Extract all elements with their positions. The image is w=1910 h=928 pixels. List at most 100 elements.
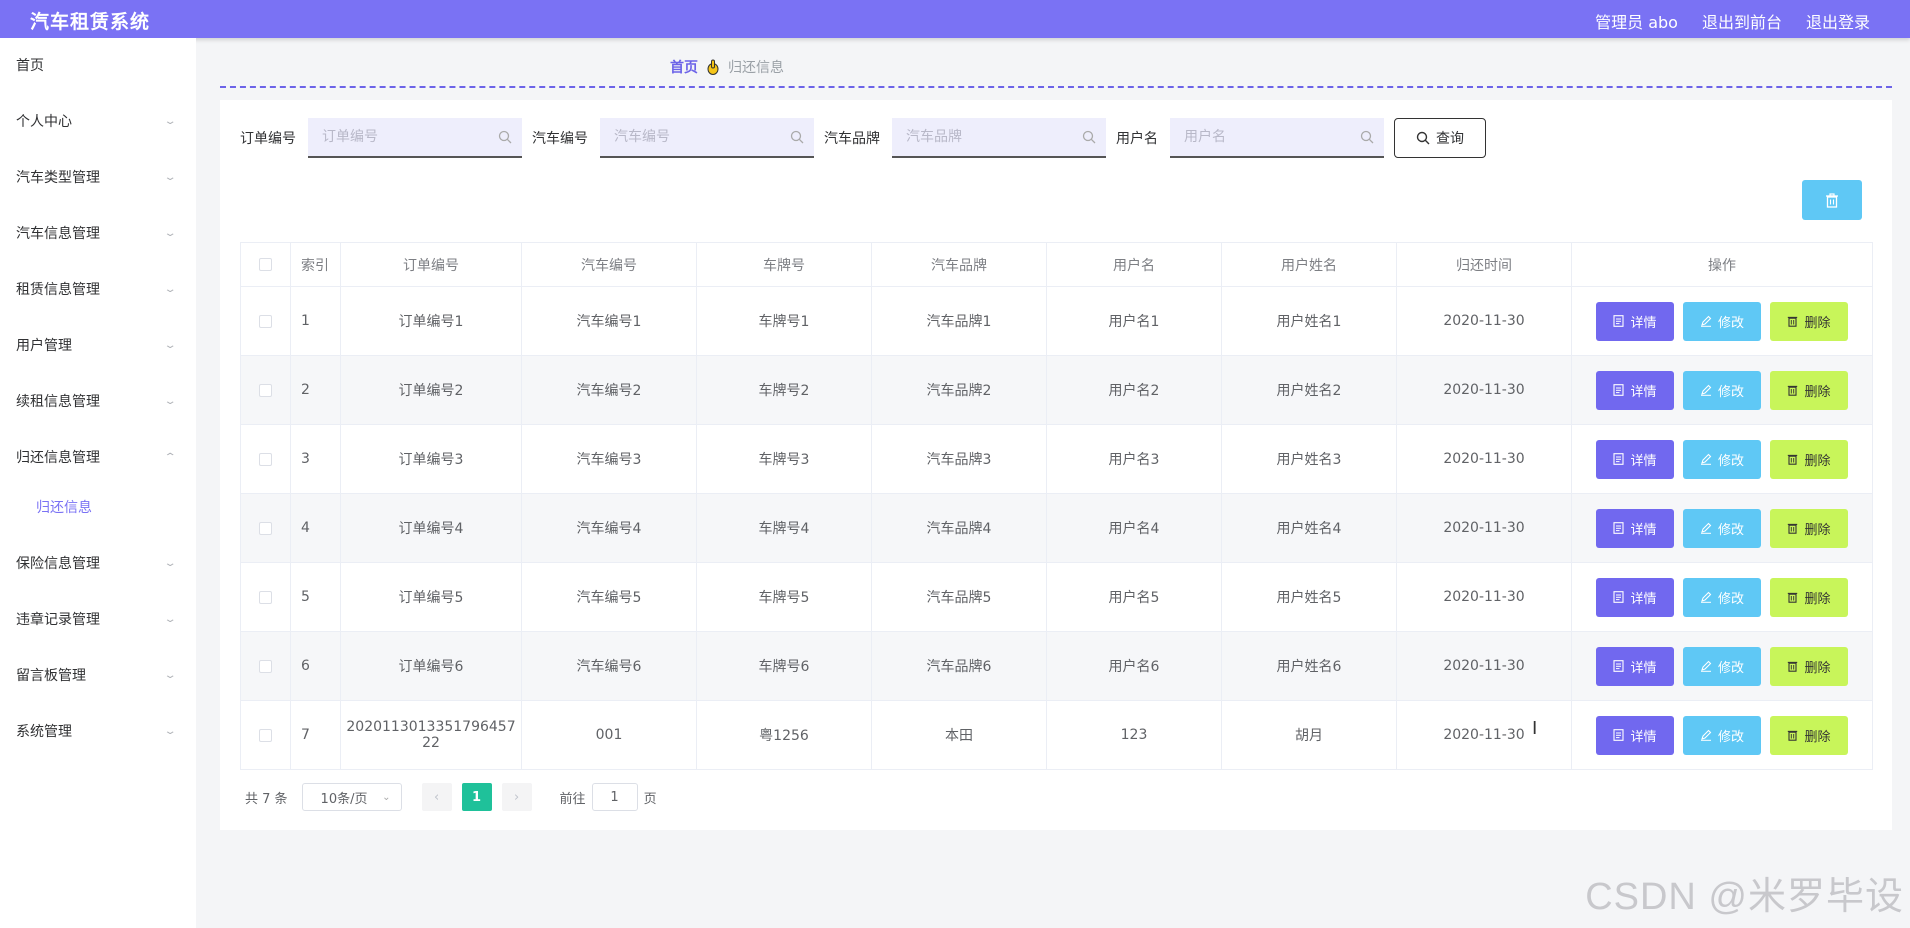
order-no-input[interactable]	[308, 118, 522, 156]
detail-button-label: 详情	[1630, 384, 1657, 400]
sidebar-item-label: 违章记录管理	[16, 612, 100, 628]
next-page-button[interactable]: ›	[501, 783, 532, 811]
delete-button-label: 删除	[1804, 660, 1831, 676]
edit-button[interactable]: 修改	[1683, 508, 1761, 548]
cell-actions: 详情 修改 删除	[1571, 493, 1873, 563]
chevron-down-icon: ⌄	[163, 614, 177, 625]
cell-index: 4	[290, 493, 341, 563]
car-brand-input[interactable]	[892, 118, 1106, 156]
detail-button[interactable]: 详情	[1596, 301, 1674, 341]
delete-button-label: 删除	[1804, 384, 1831, 400]
row-checkbox[interactable]	[259, 314, 272, 328]
detail-button[interactable]: 详情	[1596, 508, 1674, 548]
page-number-current[interactable]: 1	[461, 783, 492, 811]
sidebar-item-violation[interactable]: 违章记录管理 ⌄	[0, 592, 196, 648]
page-size-select[interactable]: 10条/页 ⌄	[301, 783, 402, 811]
edit-button[interactable]: 修改	[1683, 370, 1761, 410]
car-brand-field	[892, 118, 1106, 158]
search-icon	[790, 130, 804, 144]
delete-button[interactable]: 删除	[1770, 301, 1848, 341]
row-checkbox[interactable]	[259, 590, 272, 604]
row-checkbox[interactable]	[259, 452, 272, 466]
detail-button[interactable]: 详情	[1596, 715, 1674, 755]
row-checkbox[interactable]	[259, 521, 272, 535]
edit-button-label: 修改	[1717, 729, 1744, 745]
sidebar-item-users[interactable]: 用户管理 ⌄	[0, 318, 196, 374]
row-actions: 详情 修改 删除	[1572, 301, 1872, 341]
row-select-cell	[240, 493, 291, 563]
cell-plate-no: 车牌号6	[696, 631, 872, 701]
col-header-return-time: 归还时间	[1396, 242, 1572, 287]
breadcrumb-home[interactable]: 首页	[670, 57, 698, 77]
cell-order-no: 订单编号2	[340, 355, 522, 425]
detail-button[interactable]: 详情	[1596, 646, 1674, 686]
delete-button[interactable]: 删除	[1770, 439, 1848, 479]
sidebar-item-renewal[interactable]: 续租信息管理 ⌄	[0, 374, 196, 430]
sidebar-item-label: 留言板管理	[16, 668, 86, 684]
sidebar-item-home[interactable]: 首页	[0, 38, 196, 94]
edit-button[interactable]: 修改	[1683, 715, 1761, 755]
sidebar-item-return[interactable]: 归还信息管理 ⌃	[0, 430, 196, 486]
logout-link[interactable]: 退出登录	[1806, 9, 1870, 33]
detail-button[interactable]: 详情	[1596, 577, 1674, 617]
row-actions: 详情 修改 删除	[1572, 715, 1872, 755]
row-select-cell	[240, 355, 291, 425]
cell-car-no: 汽车编号6	[521, 631, 697, 701]
cell-username: 用户名2	[1046, 355, 1222, 425]
col-header-plate-no: 车牌号	[696, 242, 872, 287]
detail-button[interactable]: 详情	[1596, 370, 1674, 410]
cell-car-no: 汽车编号2	[521, 355, 697, 425]
row-checkbox[interactable]	[259, 728, 272, 742]
edit-button[interactable]: 修改	[1683, 646, 1761, 686]
batch-delete-button[interactable]	[1802, 180, 1862, 220]
delete-button[interactable]: 删除	[1770, 577, 1848, 617]
sidebar-item-car-type[interactable]: 汽车类型管理 ⌄	[0, 150, 196, 206]
row-checkbox[interactable]	[259, 383, 272, 397]
pencil-icon	[1700, 591, 1712, 603]
username-input[interactable]	[1170, 118, 1384, 156]
hand-icon	[707, 59, 719, 75]
pencil-icon	[1700, 384, 1712, 396]
query-button[interactable]: 查询	[1394, 118, 1486, 158]
trash-icon	[1788, 385, 1798, 396]
cell-actions: 详情 修改 删除	[1571, 286, 1873, 356]
current-user[interactable]: 管理员 abo	[1595, 9, 1678, 33]
edit-button-label: 修改	[1717, 453, 1744, 469]
sidebar-item-insurance[interactable]: 保险信息管理 ⌄	[0, 536, 196, 592]
trash-icon	[1788, 592, 1798, 603]
cell-actions: 详情 修改 删除	[1571, 700, 1873, 770]
app-title: 汽车租赁系统	[30, 11, 151, 33]
cell-username: 用户名6	[1046, 631, 1222, 701]
delete-button[interactable]: 删除	[1770, 715, 1848, 755]
edit-button[interactable]: 修改	[1683, 439, 1761, 479]
row-checkbox[interactable]	[259, 659, 272, 673]
sidebar-item-rental[interactable]: 租赁信息管理 ⌄	[0, 262, 196, 318]
breadcrumb: 首页 归还信息	[670, 57, 784, 77]
car-no-input[interactable]	[600, 118, 814, 156]
chevron-down-icon: ⌄	[163, 726, 177, 737]
sidebar-item-label: 保险信息管理	[16, 556, 100, 572]
select-all-checkbox[interactable]	[259, 258, 272, 271]
exit-to-front-link[interactable]: 退出到前台	[1702, 9, 1782, 33]
edit-button[interactable]: 修改	[1683, 577, 1761, 617]
sidebar-item-car-info[interactable]: 汽车信息管理 ⌄	[0, 206, 196, 262]
cell-car-no: 汽车编号5	[521, 562, 697, 632]
delete-button[interactable]: 删除	[1770, 508, 1848, 548]
chevron-up-icon: ⌃	[163, 452, 177, 463]
detail-button-label: 详情	[1630, 591, 1657, 607]
delete-button[interactable]: 删除	[1770, 646, 1848, 686]
goto-page-input[interactable]	[591, 783, 638, 811]
detail-button-label: 详情	[1630, 522, 1657, 538]
prev-page-button[interactable]: ‹	[421, 783, 452, 811]
detail-button[interactable]: 详情	[1596, 439, 1674, 479]
username-field	[1170, 118, 1384, 158]
cell-index: 5	[290, 562, 341, 632]
sidebar-subitem-return-info[interactable]: 归还信息	[0, 486, 196, 536]
col-header-order-no: 订单编号	[340, 242, 522, 287]
sidebar-item-personal-center[interactable]: 个人中心 ⌄	[0, 94, 196, 150]
delete-button[interactable]: 删除	[1770, 370, 1848, 410]
sidebar-item-message-board[interactable]: 留言板管理 ⌄	[0, 648, 196, 704]
edit-button[interactable]: 修改	[1683, 301, 1761, 341]
trash-icon	[1788, 730, 1798, 741]
sidebar-item-system[interactable]: 系统管理 ⌄	[0, 704, 196, 760]
